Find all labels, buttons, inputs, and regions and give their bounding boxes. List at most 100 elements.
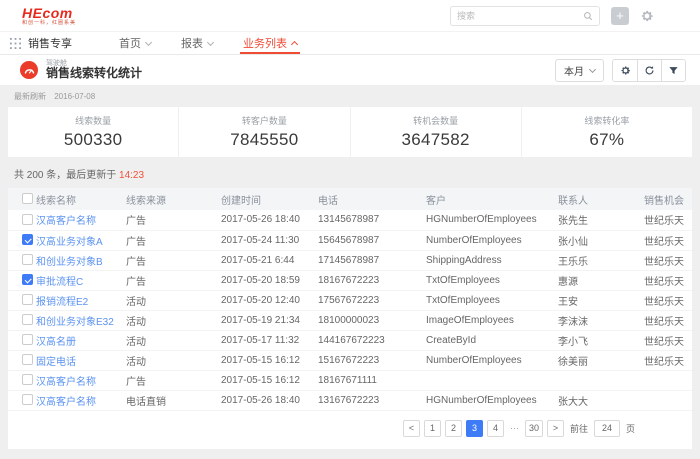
page-unit-label: 页: [626, 422, 635, 435]
search-box[interactable]: [450, 6, 600, 26]
column-header: 创建时间: [221, 188, 318, 210]
stat-item: 线索数量500330: [8, 107, 178, 157]
table-header-row: 线索名称线索来源创建时间电话客户联系人销售机会: [8, 188, 692, 210]
opportunity-cell: 世纪乐天: [644, 210, 692, 230]
lead-name-link[interactable]: 报销流程E2: [36, 290, 126, 310]
row-checkbox-cell: [8, 230, 36, 250]
row-checkbox[interactable]: [22, 394, 33, 405]
refresh-label: 最新刷新: [14, 92, 46, 101]
column-header: 线索名称: [36, 188, 126, 210]
top-bar: HEcom 和创一科，红圈系美 +: [0, 0, 700, 32]
row-checkbox-cell: [8, 330, 36, 350]
app-grid-icon[interactable]: [10, 32, 21, 54]
contact-cell: 李沫沫: [558, 310, 644, 330]
search-icon: [583, 11, 593, 21]
contact-cell: 王安: [558, 290, 644, 310]
stat-label: 线索数量: [75, 114, 111, 127]
lead-name-link[interactable]: 汉高业务对象A: [36, 230, 126, 250]
row-checkbox[interactable]: [22, 254, 33, 265]
nav-item-2[interactable]: 报表: [181, 32, 213, 54]
row-checkbox[interactable]: [22, 354, 33, 365]
user-avatar[interactable]: [665, 5, 686, 26]
stat-value: 7845550: [230, 130, 298, 150]
column-header: 线索来源: [126, 188, 221, 210]
opportunity-cell: 世纪乐天: [644, 250, 692, 270]
opportunity-cell: 世纪乐天: [644, 290, 692, 310]
goto-page-input[interactable]: [594, 420, 620, 437]
page-button-4[interactable]: 4: [487, 420, 504, 437]
row-checkbox[interactable]: [22, 274, 33, 285]
customer-cell: ImageOfEmployees: [426, 310, 558, 330]
page-button-3[interactable]: 3: [466, 420, 483, 437]
toolbar-icon-group: [612, 59, 686, 82]
period-dropdown[interactable]: 本月: [555, 59, 604, 82]
select-all-checkbox[interactable]: [22, 193, 33, 204]
lead-name-link[interactable]: 汉高客户名称: [36, 210, 126, 230]
phone-cell: 18100000023: [318, 310, 426, 330]
row-checkbox[interactable]: [22, 214, 33, 225]
row-checkbox[interactable]: [22, 334, 33, 345]
opportunity-cell: 世纪乐天: [644, 350, 692, 370]
row-checkbox[interactable]: [22, 234, 33, 245]
lead-name-link[interactable]: 和创业务对象E32: [36, 310, 126, 330]
row-checkbox-cell: [8, 210, 36, 230]
workspace-label[interactable]: 销售专享: [28, 32, 72, 54]
contact-cell: 李小飞: [558, 330, 644, 350]
next-page-button[interactable]: >: [547, 420, 564, 437]
settings-gear-icon[interactable]: [640, 9, 654, 23]
pagination-buttons: <1234···30>: [403, 420, 564, 437]
page-header-left: 驾驶舱 销售线索转化统计: [20, 60, 142, 81]
stat-item: 线索转化率67%: [521, 107, 692, 157]
row-checkbox[interactable]: [22, 294, 33, 305]
customer-cell: HGNumberOfEmployees: [426, 390, 558, 410]
lead-name-link[interactable]: 汉高客户名称: [36, 390, 126, 410]
page-button-30[interactable]: 30: [525, 420, 543, 437]
phone-cell: 13167672223: [318, 390, 426, 410]
goto-label: 前往: [570, 422, 588, 435]
page-button-1[interactable]: 1: [424, 420, 441, 437]
refresh-date: 2016-07-08: [54, 92, 95, 101]
report-settings-button[interactable]: [613, 60, 637, 81]
nav-item-3[interactable]: 业务列表: [243, 32, 297, 54]
customer-cell: ShippingAddress: [426, 250, 558, 270]
page-title: 销售线索转化统计: [46, 67, 142, 80]
row-checkbox[interactable]: [22, 374, 33, 385]
table-row: 汉高名册活动2017-05-17 11:32144167672223Create…: [8, 330, 692, 350]
contact-cell: 张先生: [558, 210, 644, 230]
lead-name-link[interactable]: 审批流程C: [36, 270, 126, 290]
refresh-button[interactable]: [637, 60, 661, 81]
filter-button[interactable]: [661, 60, 685, 81]
created-time-cell: 2017-05-20 18:59: [221, 270, 318, 290]
row-checkbox-cell: [8, 250, 36, 270]
last-updated-time: 14:23: [119, 170, 144, 181]
created-time-cell: 2017-05-24 11:30: [221, 230, 318, 250]
lead-name-link[interactable]: 固定电话: [36, 350, 126, 370]
logo[interactable]: HEcom 和创一科，红圈系美: [22, 6, 76, 26]
lead-name-link[interactable]: 汉高名册: [36, 330, 126, 350]
phone-cell: 18167671111: [318, 370, 426, 390]
nav-item-1[interactable]: 首页: [119, 32, 151, 54]
opportunity-cell: 世纪乐天: [644, 310, 692, 330]
prev-page-button[interactable]: <: [403, 420, 420, 437]
table-row: 和创业务对象B广告2017-05-21 6:4417145678987Shipp…: [8, 250, 692, 270]
search-input[interactable]: [457, 11, 583, 21]
table-row: 和创业务对象E32活动2017-05-19 21:3418100000023Im…: [8, 310, 692, 330]
contact-cell: 张小仙: [558, 230, 644, 250]
topbar-actions: +: [450, 5, 686, 26]
customer-cell: TxtOfEmployees: [426, 270, 558, 290]
add-button[interactable]: +: [611, 7, 629, 25]
created-time-cell: 2017-05-21 6:44: [221, 250, 318, 270]
created-time-cell: 2017-05-20 12:40: [221, 290, 318, 310]
lead-name-link[interactable]: 汉高客户名称: [36, 370, 126, 390]
refresh-icon: [644, 65, 655, 76]
lead-source-cell: 广告: [126, 270, 221, 290]
lead-name-link[interactable]: 和创业务对象B: [36, 250, 126, 270]
page-button-2[interactable]: 2: [445, 420, 462, 437]
stat-label: 转机会数量: [413, 114, 458, 127]
row-checkbox[interactable]: [22, 314, 33, 325]
stat-item: 转机会数量3647582: [350, 107, 521, 157]
plus-icon: +: [616, 8, 624, 24]
customer-cell: CreateById: [426, 330, 558, 350]
table-row: 报销流程E2活动2017-05-20 12:4017567672223TxtOf…: [8, 290, 692, 310]
lead-source-cell: 广告: [126, 370, 221, 390]
